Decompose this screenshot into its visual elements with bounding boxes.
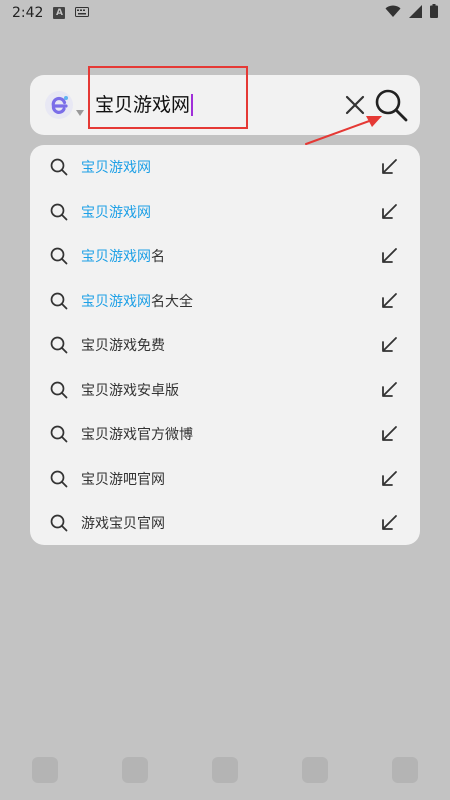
suggestion-search-icon <box>50 336 68 354</box>
suggestion-item[interactable]: 宝贝游戏网名 <box>30 234 420 278</box>
suggestion-item[interactable]: 宝贝游戏官方微博 <box>30 412 420 456</box>
fill-query-arrow-icon[interactable] <box>380 203 398 221</box>
suggestion-text: 宝贝游戏网 <box>81 157 151 177</box>
suggestion-match-text: 宝贝游戏网 <box>81 204 151 221</box>
suggestion-rest-text: 名大全 <box>151 293 193 310</box>
status-right <box>385 4 438 22</box>
suggestion-text: 宝贝游戏官方微博 <box>81 424 193 444</box>
suggestion-search-icon <box>50 247 68 265</box>
search-engine-logo-icon[interactable] <box>44 90 74 120</box>
suggestion-rest-text: 宝贝游戏安卓版 <box>81 382 179 399</box>
suggestion-search-icon <box>50 381 68 399</box>
battery-icon <box>430 4 438 22</box>
suggestion-text: 宝贝游戏网名 <box>81 246 165 266</box>
suggestion-match-text: 宝贝游戏网 <box>81 249 151 265</box>
back-icon <box>32 757 58 783</box>
suggestion-list: 宝贝游戏网 宝贝游戏网 宝贝游戏网名 宝贝游戏网名大全 宝贝游戏免费 宝贝游戏安卓版 宝贝游… <box>30 145 420 545</box>
suggestion-item[interactable]: 宝贝游戏网 <box>30 145 420 189</box>
status-left: 2:42 A <box>12 5 90 21</box>
forward-icon <box>122 757 148 783</box>
engine-dropdown-icon[interactable] <box>76 101 84 116</box>
suggestion-search-icon <box>50 425 68 443</box>
suggestion-rest-text: 宝贝游戏免费 <box>81 338 165 354</box>
keyboard-icon <box>75 5 90 21</box>
search-icon[interactable] <box>373 87 409 123</box>
suggestion-search-icon <box>50 470 68 488</box>
menu-icon <box>392 757 418 783</box>
fill-query-arrow-icon[interactable] <box>380 292 398 310</box>
suggestion-search-icon <box>50 514 68 532</box>
suggestion-search-icon <box>50 158 68 176</box>
suggestion-text: 宝贝游吧官网 <box>81 469 165 489</box>
suggestion-item[interactable]: 游戏宝贝官网 <box>30 501 420 545</box>
suggestion-item[interactable]: 宝贝游戏安卓版 <box>30 368 420 412</box>
fill-query-arrow-icon[interactable] <box>380 470 398 488</box>
fill-query-arrow-icon[interactable] <box>380 514 398 532</box>
suggestion-search-icon <box>50 292 68 310</box>
suggestion-item[interactable]: 宝贝游戏免费 <box>30 323 420 367</box>
suggestion-item[interactable]: 宝贝游戏网 <box>30 190 420 234</box>
search-query: 宝贝游戏网 <box>95 94 191 116</box>
fill-query-arrow-icon[interactable] <box>380 425 398 443</box>
suggestion-text: 宝贝游戏网 <box>81 202 151 222</box>
suggestion-item[interactable]: 宝贝游戏网名大全 <box>30 279 420 323</box>
clear-icon[interactable] <box>344 94 366 116</box>
suggestion-match-text: 宝贝游戏网 <box>81 160 151 176</box>
bottom-toolbar-faded <box>0 740 450 800</box>
fill-query-arrow-icon[interactable] <box>380 247 398 265</box>
suggestion-rest-text: 宝贝游戏官方微博 <box>81 427 193 443</box>
suggestion-rest-text: 游戏宝贝官网 <box>81 516 165 532</box>
suggestion-match-text: 宝贝游戏网 <box>81 293 151 310</box>
tabs-icon <box>302 757 328 783</box>
home-icon <box>212 757 238 783</box>
suggestion-text: 宝贝游戏安卓版 <box>81 380 179 400</box>
status-bar: 2:42 A <box>0 0 450 26</box>
wifi-icon <box>385 5 401 22</box>
suggestion-search-icon <box>50 203 68 221</box>
suggestion-text: 游戏宝贝官网 <box>81 513 165 533</box>
suggestion-text: 宝贝游戏网名大全 <box>81 291 193 311</box>
notification-a-icon: A <box>53 7 66 19</box>
fill-query-arrow-icon[interactable] <box>380 158 398 176</box>
search-input[interactable]: 宝贝游戏网 <box>95 92 295 118</box>
status-time: 2:42 <box>12 5 44 21</box>
fill-query-arrow-icon[interactable] <box>380 381 398 399</box>
signal-icon <box>409 4 422 22</box>
suggestion-rest-text: 名 <box>151 249 165 265</box>
search-bar: 宝贝游戏网 <box>30 75 420 135</box>
suggestion-text: 宝贝游戏免费 <box>81 335 165 355</box>
fill-query-arrow-icon[interactable] <box>380 336 398 354</box>
text-caret <box>191 94 194 116</box>
suggestion-item[interactable]: 宝贝游吧官网 <box>30 457 420 501</box>
suggestion-rest-text: 宝贝游吧官网 <box>81 471 165 488</box>
